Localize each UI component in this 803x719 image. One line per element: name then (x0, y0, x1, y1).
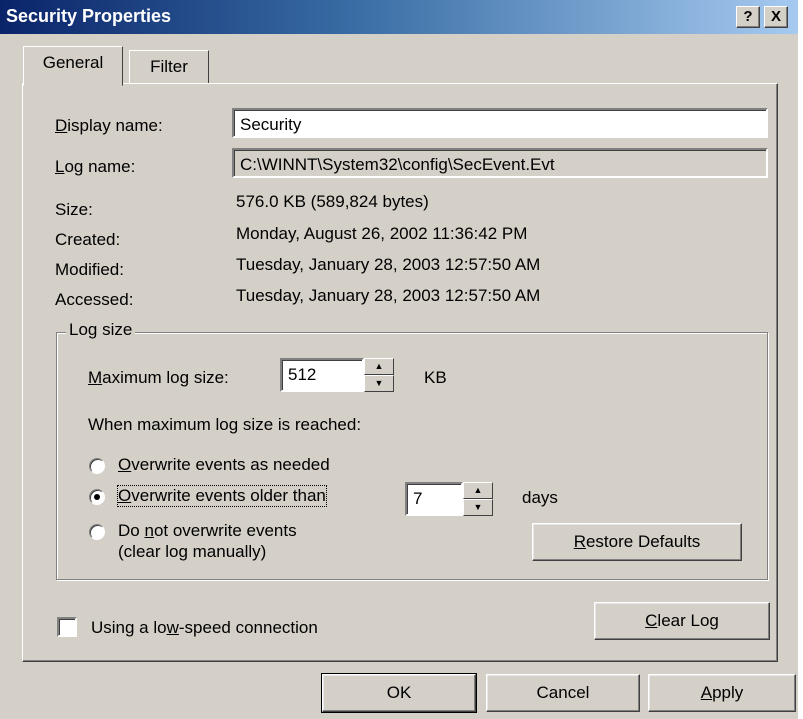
apply-button[interactable]: Apply (648, 674, 796, 712)
security-properties-dialog: Security Properties ? X General Filter D… (0, 0, 798, 719)
days-spinner[interactable]: ▲ ▼ (463, 482, 495, 516)
when-max-reached-label: When maximum log size is reached: (88, 415, 362, 434)
low-speed-connection-label[interactable]: Using a low-speed connection (91, 618, 318, 638)
modified-label: Modified: (55, 260, 124, 279)
restore-defaults-button[interactable]: Restore Defaults (532, 523, 742, 561)
size-label: Size: (55, 200, 93, 219)
accessed-value: Tuesday, January 28, 2003 12:57:50 AM (236, 286, 541, 305)
display-name-input[interactable]: Security (232, 108, 768, 138)
log-name-label: Log name: (55, 157, 136, 176)
spin-up-icon[interactable]: ▲ (463, 482, 493, 499)
overwrite-older-than-label[interactable]: Overwrite events older than (117, 485, 327, 507)
help-button[interactable]: ? (736, 6, 760, 28)
created-label: Created: (55, 230, 121, 249)
overwrite-as-needed-radio[interactable] (89, 458, 105, 474)
clear-log-button[interactable]: Clear Log (594, 602, 770, 640)
spin-down-icon[interactable]: ▼ (364, 375, 394, 392)
size-value: 576.0 KB (589,824 bytes) (236, 192, 429, 211)
tab-filter-label: Filter (150, 57, 188, 76)
do-not-overwrite-radio[interactable] (89, 524, 105, 540)
modified-value: Tuesday, January 28, 2003 12:57:50 AM (236, 255, 541, 274)
tab-general[interactable]: General (23, 46, 123, 86)
cancel-button[interactable]: Cancel (486, 674, 640, 712)
max-log-size-spinner[interactable]: ▲ ▼ (364, 358, 396, 392)
low-speed-connection-checkbox[interactable] (57, 617, 77, 637)
created-value: Monday, August 26, 2002 11:36:42 PM (236, 224, 528, 243)
close-button[interactable]: X (764, 6, 788, 28)
title-bar[interactable]: Security Properties ? X (0, 0, 798, 34)
ok-button[interactable]: OK (321, 673, 477, 713)
max-log-size-label: Maximum log size: (88, 368, 229, 387)
spin-down-icon[interactable]: ▼ (463, 499, 493, 516)
accessed-label: Accessed: (55, 290, 134, 309)
days-unit: days (522, 488, 558, 507)
max-log-size-input[interactable]: 512 (280, 358, 364, 392)
max-log-size-unit: KB (424, 368, 447, 387)
window-title: Security Properties (6, 6, 172, 26)
days-input[interactable]: 7 (405, 482, 463, 516)
overwrite-as-needed-label[interactable]: Overwrite events as needed (118, 455, 330, 475)
overwrite-older-than-radio[interactable] (89, 489, 105, 505)
do-not-overwrite-sublabel: (clear log manually) (118, 542, 267, 561)
tab-filter[interactable]: Filter (129, 50, 209, 84)
log-size-group-label: Log size (66, 320, 136, 340)
spin-up-icon[interactable]: ▲ (364, 358, 394, 375)
display-name-label: Display name: (55, 116, 163, 135)
do-not-overwrite-label[interactable]: Do not overwrite events (118, 521, 297, 541)
log-name-field: C:\WINNT\System32\config\SecEvent.Evt (232, 148, 768, 178)
tab-general-label: General (42, 53, 104, 72)
